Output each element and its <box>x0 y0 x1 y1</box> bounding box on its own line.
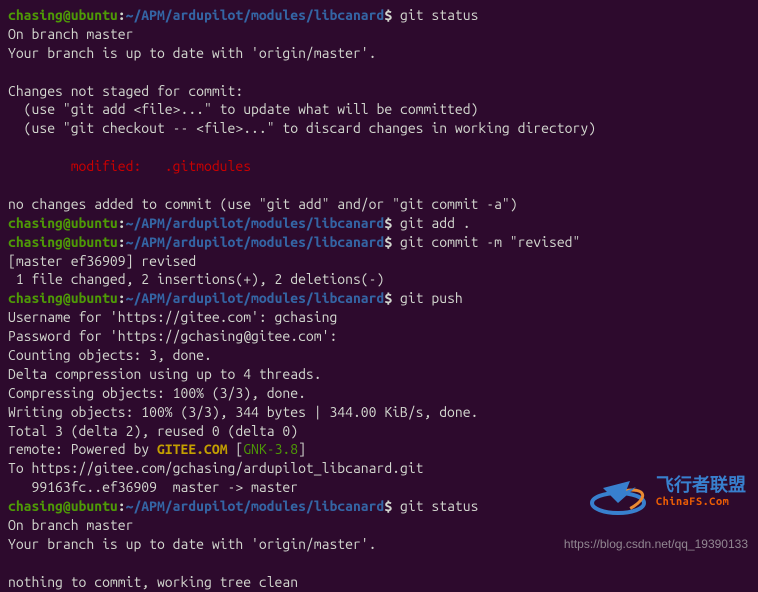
terminal-line: On branch master <box>8 25 750 44</box>
watermark-url: https://blog.csdn.net/qq_19390133 <box>564 536 748 552</box>
terminal-line: 1 file changed, 2 insertions(+), 2 delet… <box>8 270 750 289</box>
terminal-line <box>8 176 750 195</box>
terminal-line: (use "git add <file>..." to update what … <box>8 100 750 119</box>
terminal-line: Total 3 (delta 2), reused 0 (delta 0) <box>8 422 750 441</box>
prompt-dollar: $ <box>384 498 392 514</box>
terminal-line: Compressing objects: 100% (3/3), done. <box>8 384 750 403</box>
output-text: To https://gitee.com/gchasing/ardupilot_… <box>8 460 424 476</box>
terminal-line <box>8 138 750 157</box>
prompt-dollar: $ <box>384 290 392 306</box>
output-text: Compressing objects: 100% (3/3), done. <box>8 385 306 401</box>
terminal-line: chasing@ubuntu:~/APM/ardupilot/modules/l… <box>8 214 750 233</box>
bracket-close: ] <box>298 441 306 457</box>
output-text: Password for 'https://gchasing@gitee.com… <box>8 328 337 344</box>
terminal-line: chasing@ubuntu:~/APM/ardupilot/modules/l… <box>8 6 750 25</box>
remote-pre: remote: Powered by <box>8 441 157 457</box>
logo-title: 飞行者联盟 <box>656 476 746 496</box>
prompt-sep: : <box>118 215 126 231</box>
prompt-user: chasing@ubuntu <box>8 234 118 250</box>
prompt-path: ~/APM/ardupilot/modules/libcanard <box>126 290 385 306</box>
output-text: 99163fc..ef36909 master -> master <box>8 479 298 495</box>
command-text: git commit -m "revised" <box>392 234 580 250</box>
terminal-line: Password for 'https://gchasing@gitee.com… <box>8 327 750 346</box>
modified-text: modified: .gitmodules <box>8 158 251 174</box>
terminal-line: Your branch is up to date with 'origin/m… <box>8 44 750 63</box>
output-text: Changes not staged for commit: <box>8 83 243 99</box>
gnk-label: GNK-3.8 <box>243 441 298 457</box>
terminal-line: Delta compression using up to 4 threads. <box>8 365 750 384</box>
prompt-sep: : <box>118 498 126 514</box>
command-text: git push <box>392 290 463 306</box>
prompt-user: chasing@ubuntu <box>8 290 118 306</box>
output-text: Username for 'https://gitee.com': gchasi… <box>8 309 337 325</box>
output-text: On branch master <box>8 517 133 533</box>
watermark-logo: 飞行者联盟 ChinaFS.Com <box>588 463 746 523</box>
prompt-sep: : <box>118 290 126 306</box>
terminal-line: remote: Powered by GITEE.COM [GNK-3.8] <box>8 440 750 459</box>
output-text: Total 3 (delta 2), reused 0 (delta 0) <box>8 423 298 439</box>
prompt-path: ~/APM/ardupilot/modules/libcanard <box>126 498 385 514</box>
terminal-line: Writing objects: 100% (3/3), 344 bytes |… <box>8 403 750 422</box>
command-text: git status <box>392 498 478 514</box>
prompt-dollar: $ <box>384 234 392 250</box>
logo-subtitle: ChinaFS.Com <box>656 495 746 510</box>
logo-icon <box>588 463 648 523</box>
prompt-sep: : <box>118 7 126 23</box>
output-text: (use "git checkout -- <file>..." to disc… <box>8 120 596 136</box>
terminal-line: chasing@ubuntu:~/APM/ardupilot/modules/l… <box>8 233 750 252</box>
output-text: [master ef36909] revised <box>8 253 196 269</box>
terminal-line <box>8 554 750 573</box>
terminal-line: (use "git checkout -- <file>..." to disc… <box>8 119 750 138</box>
terminal-line: chasing@ubuntu:~/APM/ardupilot/modules/l… <box>8 289 750 308</box>
prompt-dollar: $ <box>384 7 392 23</box>
command-text: git status <box>392 7 478 23</box>
prompt-user: chasing@ubuntu <box>8 215 118 231</box>
terminal-line: nothing to commit, working tree clean <box>8 573 750 592</box>
prompt-dollar: $ <box>384 215 392 231</box>
prompt-user: chasing@ubuntu <box>8 7 118 23</box>
gitee-brand: GITEE.COM <box>157 441 228 457</box>
terminal-line: Counting objects: 3, done. <box>8 346 750 365</box>
terminal-line: Username for 'https://gitee.com': gchasi… <box>8 308 750 327</box>
terminal-line: modified: .gitmodules <box>8 157 750 176</box>
terminal-line: [master ef36909] revised <box>8 252 750 271</box>
output-text: Writing objects: 100% (3/3), 344 bytes |… <box>8 404 478 420</box>
output-text: Your branch is up to date with 'origin/m… <box>8 536 376 552</box>
output-text: 1 file changed, 2 insertions(+), 2 delet… <box>8 271 384 287</box>
terminal-line: Changes not staged for commit: <box>8 82 750 101</box>
output-text: Counting objects: 3, done. <box>8 347 212 363</box>
output-text: no changes added to commit (use "git add… <box>8 196 518 212</box>
bracket-open: [ <box>228 441 244 457</box>
prompt-sep: : <box>118 234 126 250</box>
prompt-path: ~/APM/ardupilot/modules/libcanard <box>126 234 385 250</box>
logo-text-box: 飞行者联盟 ChinaFS.Com <box>656 476 746 511</box>
prompt-path: ~/APM/ardupilot/modules/libcanard <box>126 7 385 23</box>
terminal-line <box>8 63 750 82</box>
command-text: git add . <box>392 215 470 231</box>
terminal-line: no changes added to commit (use "git add… <box>8 195 750 214</box>
prompt-user: chasing@ubuntu <box>8 498 118 514</box>
output-text: (use "git add <file>..." to update what … <box>8 101 478 117</box>
prompt-path: ~/APM/ardupilot/modules/libcanard <box>126 215 385 231</box>
output-text: nothing to commit, working tree clean <box>8 574 298 590</box>
output-text: Your branch is up to date with 'origin/m… <box>8 45 376 61</box>
output-text: On branch master <box>8 26 133 42</box>
output-text: Delta compression using up to 4 threads. <box>8 366 322 382</box>
